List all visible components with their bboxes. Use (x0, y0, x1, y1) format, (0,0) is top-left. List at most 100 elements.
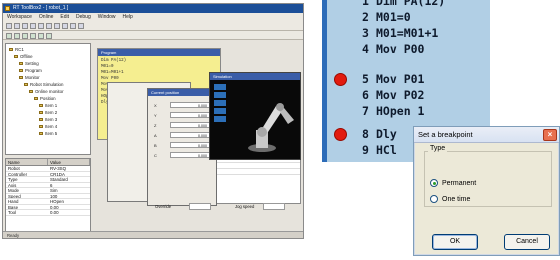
radio-one-time[interactable]: One time (430, 195, 470, 203)
radio-permanent[interactable]: Permanent (430, 179, 476, 187)
jog-speed-input[interactable] (263, 203, 285, 210)
file-icon (39, 132, 43, 136)
toolbar-copy-icon[interactable] (38, 23, 44, 29)
toolbar-print-icon[interactable] (70, 23, 76, 29)
toolbar-paste-icon[interactable] (46, 23, 52, 29)
monitor-value: 0.000 (170, 112, 210, 118)
menu-edit[interactable]: Edit (60, 13, 69, 21)
toolbar-new-icon[interactable] (6, 23, 12, 29)
toolbar-undo-icon[interactable] (54, 23, 60, 29)
menu-online[interactable]: Online (39, 13, 53, 21)
toolbar-open-icon[interactable] (14, 23, 20, 29)
tree-node[interactable]: Online monitor (29, 89, 64, 94)
toolbar-reset-icon[interactable] (30, 32, 36, 39)
set-breakpoint-dialog: Set a breakpoint × Type Permanent One ti… (413, 126, 560, 256)
speed-fields: Override Jog speed (153, 200, 303, 222)
code-line[interactable]: 4 Mov P00 (362, 42, 424, 57)
tree-node[interactable]: Item 1 (39, 103, 57, 108)
table-row[interactable]: Tool 0.00 (6, 210, 90, 216)
tree-node[interactable]: Offline (14, 54, 33, 59)
monitor-label: X (154, 103, 157, 108)
ide-toolbar-secondary (3, 31, 303, 40)
code-line[interactable]: 6 Mov P02 (362, 88, 424, 103)
ok-button[interactable]: OK (432, 234, 478, 250)
code-line[interactable]: 9 HCl (362, 143, 397, 158)
robot-arm-icon (214, 84, 294, 152)
breakpoint-icon[interactable] (334, 73, 347, 86)
ide-toolbar (3, 21, 303, 31)
tree-node[interactable]: Item 3 (39, 117, 57, 122)
program-editor-title: Program (98, 49, 220, 56)
toolbar-step-icon[interactable] (22, 32, 28, 39)
radio-permanent-label: Permanent (442, 179, 477, 187)
toolbar-help-icon[interactable] (78, 23, 84, 29)
ide-title: RT ToolBox2 - [ robot_1 ] (13, 5, 69, 11)
monitor-value: 0.000 (170, 102, 210, 108)
code-line[interactable]: 8 Dly (362, 127, 397, 142)
monitor-label: A (154, 133, 157, 138)
folder-icon (19, 69, 23, 73)
tree-node[interactable]: Monitor (19, 75, 40, 80)
folder-icon (29, 90, 33, 94)
radio-selected-icon[interactable] (430, 179, 438, 187)
tree-node[interactable]: Robot Simulation (24, 82, 63, 87)
code-line[interactable]: 2 M01=0 (362, 10, 411, 25)
monitor-value: 0.000 (170, 132, 210, 138)
tree-node[interactable]: Item 5 (39, 131, 57, 136)
tree-node[interactable]: Program (19, 68, 42, 73)
tree-node[interactable]: Item 2 (39, 110, 57, 115)
folder-icon (14, 55, 18, 59)
folder-icon (34, 97, 38, 101)
ide-menu-bar: Workspace Online Edit Debug Window Help (3, 13, 303, 21)
ide-window: RT ToolBox2 - [ robot_1 ] Workspace Onli… (2, 3, 304, 239)
toolbar-sim-icon[interactable] (46, 32, 52, 39)
project-tree[interactable]: RC1 Offline Setting Program Monitor Robo… (5, 43, 91, 155)
file-icon (39, 104, 43, 108)
monitor-label: C (154, 153, 157, 158)
app-icon (5, 6, 10, 11)
tree-node[interactable]: Setting (19, 61, 39, 66)
gutter-border (322, 0, 327, 162)
monitor-window[interactable]: Current position X 0.000 Y 0.000 Z 0.000… (147, 88, 217, 206)
jog-speed-label: Jog speed (235, 204, 255, 209)
close-icon[interactable]: × (543, 129, 557, 141)
file-icon (39, 111, 43, 115)
properties-header: Name Value (6, 159, 90, 166)
folder-icon (9, 48, 13, 52)
monitor-label: Y (154, 113, 157, 118)
monitor-value: 0.000 (170, 152, 210, 158)
menu-help[interactable]: Help (123, 13, 133, 21)
tree-node[interactable]: Item 4 (39, 124, 57, 129)
toolbar-save-icon[interactable] (22, 23, 28, 29)
radio-one-time-label: One time (442, 195, 471, 203)
tree-node[interactable]: Position (34, 96, 56, 101)
tree-node[interactable]: RC1 (9, 47, 24, 52)
override-input[interactable] (189, 203, 211, 210)
menu-window[interactable]: Window (98, 13, 116, 21)
radio-unselected-icon[interactable] (430, 195, 438, 203)
code-line[interactable]: 5 Mov P01 (362, 72, 424, 87)
file-icon (39, 118, 43, 122)
code-line[interactable]: 3 M01=M01+1 (362, 26, 438, 41)
toolbar-stop-icon[interactable] (14, 32, 20, 39)
monitor-label: Z (154, 123, 157, 128)
folder-icon (19, 62, 23, 66)
column-header: Name (6, 159, 48, 165)
toolbar-monitor-icon[interactable] (38, 32, 44, 39)
code-line[interactable]: 7 HOpen 1 (362, 104, 424, 119)
dialog-title-bar[interactable]: Set a breakpoint × (414, 127, 559, 143)
menu-workspace[interactable]: Workspace (7, 13, 32, 21)
breakpoint-icon[interactable] (334, 128, 347, 141)
override-label: Override (155, 204, 172, 209)
toolbar-run-icon[interactable] (6, 32, 12, 39)
simulation-3d-view[interactable]: Simulation (209, 72, 301, 160)
monitor-value: 0.000 (170, 122, 210, 128)
code-line[interactable]: 1 Dim PA(12) (362, 0, 445, 9)
type-group-label: Type (428, 145, 448, 152)
cancel-button[interactable]: Cancel (504, 234, 550, 250)
menu-debug[interactable]: Debug (76, 13, 91, 21)
toolbar-find-icon[interactable] (62, 23, 68, 29)
dialog-title: Set a breakpoint (418, 130, 473, 139)
toolbar-cut-icon[interactable] (30, 23, 36, 29)
status-bar: Ready (3, 231, 303, 238)
